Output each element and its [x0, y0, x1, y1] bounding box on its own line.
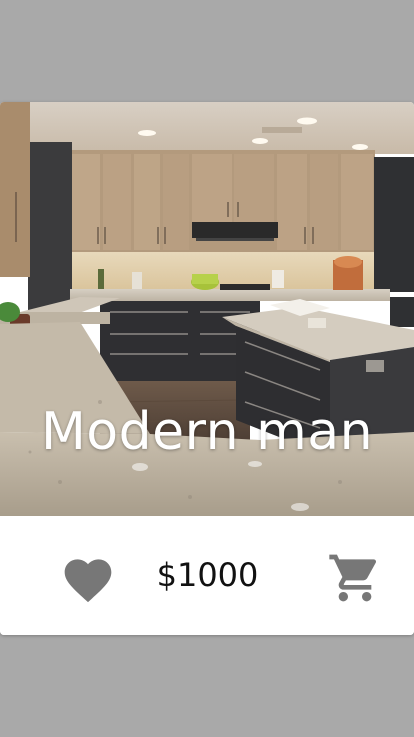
product-title: Modern man — [40, 402, 374, 462]
shopping-cart-icon — [329, 554, 377, 602]
product-photo[interactable]: Modern man — [0, 102, 414, 516]
card-actions: $1000 — [0, 516, 414, 635]
heart-icon — [64, 559, 112, 603]
price-label: $1000 — [156, 556, 259, 594]
product-card[interactable]: Modern man $1000 — [0, 102, 414, 635]
add-to-cart-button[interactable] — [326, 550, 384, 606]
like-button[interactable] — [60, 552, 116, 604]
